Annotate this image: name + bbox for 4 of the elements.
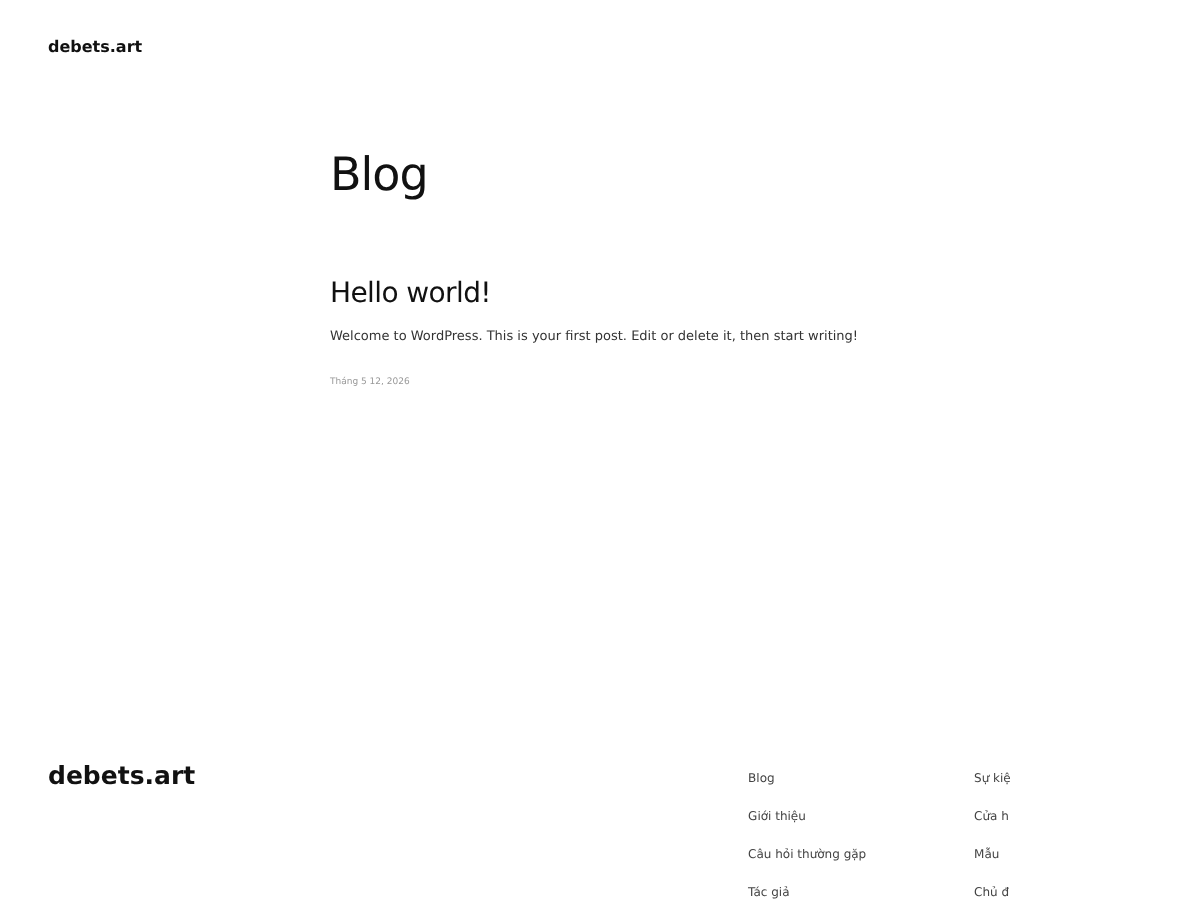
footer-site-title[interactable]: debets.art bbox=[48, 759, 749, 900]
site-title[interactable]: debets.art bbox=[48, 38, 143, 56]
page-title: Blog bbox=[330, 149, 430, 202]
post-title[interactable]: Hello world! bbox=[330, 277, 870, 310]
